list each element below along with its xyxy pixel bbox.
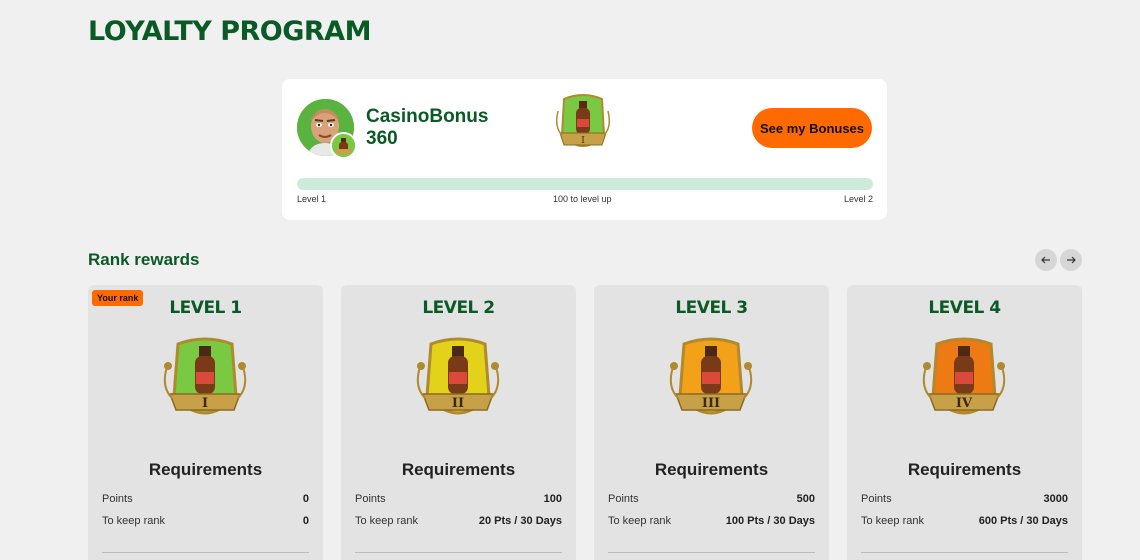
points-value: 360 — [366, 128, 398, 149]
keep-rank-row: To keep rank 100 Pts / 30 Days — [608, 515, 815, 527]
progress-end-label: Level 2 — [843, 194, 873, 204]
level-progress-bar — [297, 178, 873, 190]
progress-start-label: Level 1 — [297, 194, 327, 204]
arrow-right-icon — [1066, 253, 1076, 268]
rank-badge-icon: III — [666, 334, 756, 434]
divider — [861, 552, 1068, 553]
rank-badge-icon: IV — [919, 334, 1009, 434]
requirements-title: Requirements — [148, 460, 263, 479]
level-title: LEVEL 1 — [169, 298, 242, 318]
level-title: LEVEL 2 — [422, 298, 495, 318]
divider — [102, 552, 309, 553]
rank-mini-icon — [330, 132, 357, 159]
svg-text:II: II — [452, 396, 464, 411]
keep-rank-value: 20 Pts / 30 Days — [478, 515, 562, 527]
rank-card: LEVEL 2 II Requirements Points 100 To ke… — [341, 285, 576, 560]
avatar — [297, 99, 357, 159]
keep-rank-value: 0 — [302, 515, 309, 527]
next-button[interactable] — [1060, 249, 1082, 271]
keep-rank-value: 100 Pts / 30 Days — [725, 515, 815, 527]
prev-button[interactable] — [1035, 249, 1057, 271]
rank-badge-icon: I — [160, 334, 250, 434]
rank-badge-icon: II — [413, 334, 503, 434]
points-label: Points — [861, 493, 892, 505]
points-required: 3000 — [1043, 493, 1068, 505]
points-label: Points — [355, 493, 386, 505]
keep-rank-row: To keep rank 0 — [102, 515, 309, 527]
points-label: Points — [608, 493, 639, 505]
username: CasinoBonus — [366, 106, 489, 127]
points-required: 100 — [543, 493, 562, 505]
points-row: Points 100 — [355, 493, 562, 505]
svg-text:I: I — [581, 136, 585, 146]
keep-rank-row: To keep rank 600 Pts / 30 Days — [861, 515, 1068, 527]
keep-rank-value: 600 Pts / 30 Days — [978, 515, 1068, 527]
progress-center-label: 100 to level up — [553, 194, 612, 204]
points-row: Points 0 — [102, 493, 309, 505]
divider — [355, 552, 562, 553]
rank-card: LEVEL 4 IV Requirements Points 3000 To k… — [847, 285, 1082, 560]
svg-text:III: III — [702, 396, 720, 411]
requirements-title: Requirements — [401, 460, 516, 479]
see-bonuses-button[interactable]: See my Bonuses — [752, 108, 872, 148]
rank-card: LEVEL 3 III Requirements Points 500 To k… — [594, 285, 829, 560]
svg-text:I: I — [202, 396, 208, 411]
keep-rank-label: To keep rank — [355, 515, 418, 527]
points-row: Points 3000 — [861, 493, 1068, 505]
points-required: 500 — [796, 493, 815, 505]
page-title: LOYALTY PROGRAM — [88, 16, 371, 47]
arrow-left-icon — [1041, 253, 1051, 268]
requirements-title: Requirements — [654, 460, 769, 479]
points-required: 0 — [302, 493, 309, 505]
points-label: Points — [102, 493, 133, 505]
level-title: LEVEL 3 — [675, 298, 748, 318]
keep-rank-label: To keep rank — [608, 515, 671, 527]
level-title: LEVEL 4 — [928, 298, 1001, 318]
profile-card: CasinoBonus 360 I See my Bonuses Level 1… — [282, 79, 887, 220]
svg-text:IV: IV — [956, 396, 973, 411]
divider — [608, 552, 815, 553]
rank-card: Your rank LEVEL 1 I Requirements Points 0… — [88, 285, 323, 560]
requirements-title: Requirements — [907, 460, 1022, 479]
points-row: Points 500 — [608, 493, 815, 505]
keep-rank-label: To keep rank — [102, 515, 165, 527]
keep-rank-row: To keep rank 20 Pts / 30 Days — [355, 515, 562, 527]
current-rank-badge-icon: I — [552, 91, 614, 161]
keep-rank-label: To keep rank — [861, 515, 924, 527]
rank-rewards-title: Rank rewards — [88, 250, 200, 269]
